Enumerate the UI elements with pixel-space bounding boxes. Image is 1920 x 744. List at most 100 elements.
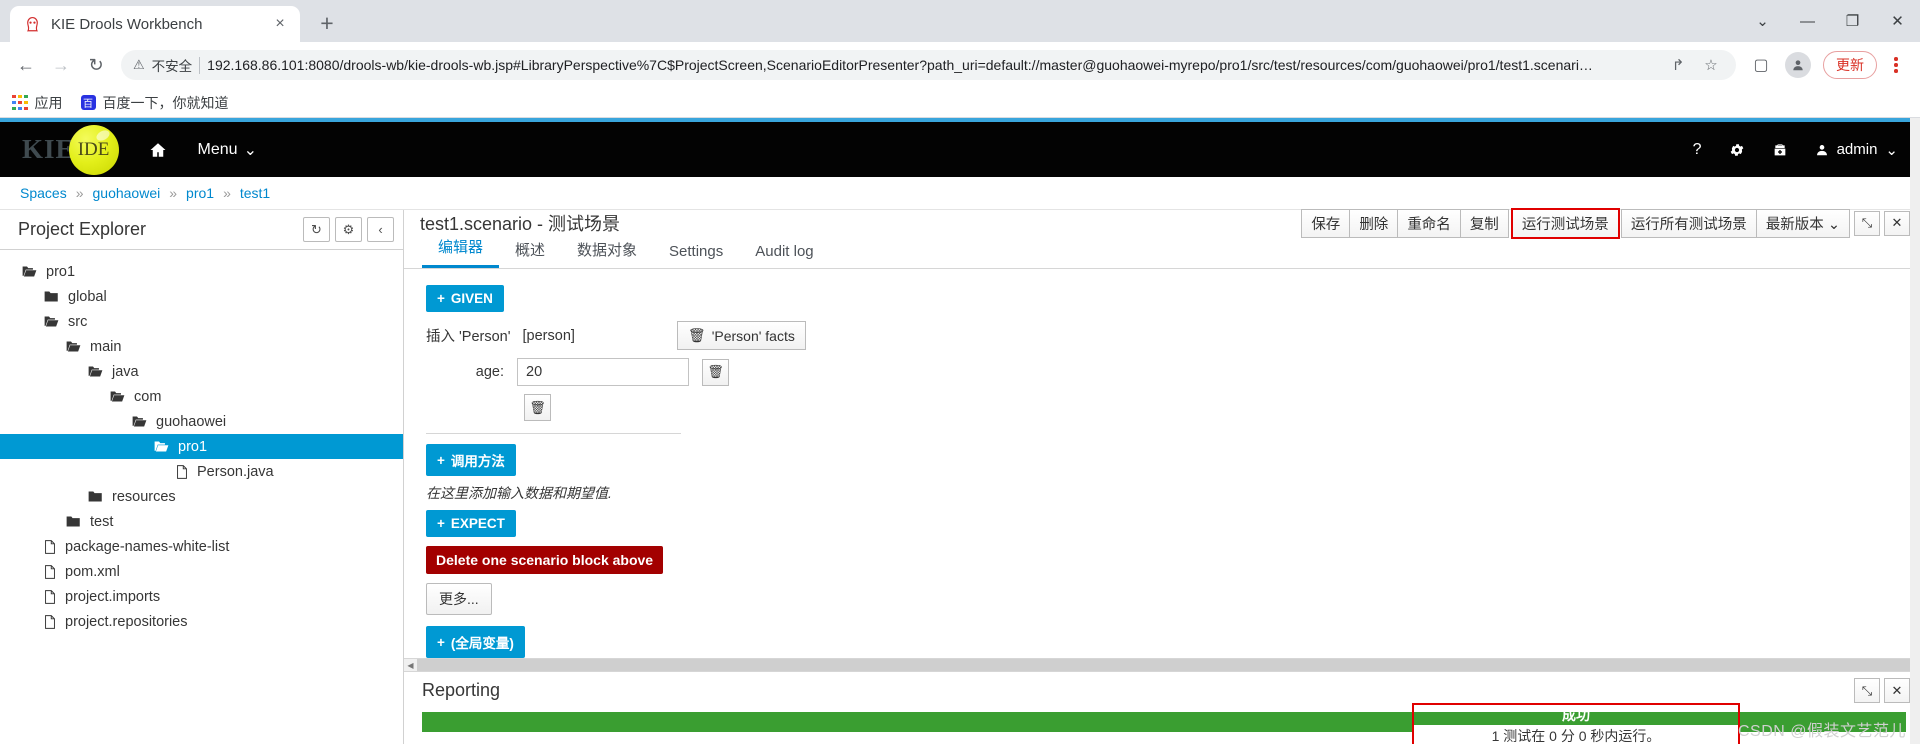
delete-person-facts-label: 'Person' facts (711, 327, 795, 344)
editor-action-run-scenario[interactable]: 运行测试场景 (1510, 207, 1620, 239)
reporting-title: Reporting (422, 680, 501, 700)
tab-编辑器[interactable]: 编辑器 (422, 236, 500, 268)
user-menu[interactable]: admin ⌄ (1815, 141, 1898, 159)
delete-fact-icon[interactable]: 🗑 (524, 394, 551, 421)
tree-item-test[interactable]: test (0, 509, 403, 534)
toolbox-icon[interactable] (1772, 142, 1788, 158)
breadcrumb-item-pro1[interactable]: pro1 (186, 185, 214, 201)
plus-icon: + (437, 634, 445, 650)
tree-item-pro1[interactable]: pro1 (0, 434, 403, 459)
page-vertical-scrollbar[interactable] (1910, 118, 1920, 744)
breadcrumb-separator: » (169, 185, 178, 201)
scenario-editor-body: + GIVEN 插入 'Person' [person] 🗑 'Person' … (404, 269, 1920, 658)
folder-open-icon (88, 365, 103, 378)
tree-item-label: project.repositories (65, 613, 188, 630)
tree-item-pro1[interactable]: pro1 (0, 259, 403, 284)
tree-item-label: pro1 (178, 438, 208, 455)
tree-item-label: main (90, 338, 122, 355)
scroll-track[interactable] (417, 658, 1920, 672)
age-field-label: age: (475, 364, 504, 380)
menu-dropdown[interactable]: Menu ⌄ (198, 140, 257, 160)
home-icon[interactable] (149, 141, 167, 159)
refresh-icon[interactable]: ↻ (303, 217, 330, 242)
tree-item-package-names-white-list[interactable]: package-names-white-list (0, 534, 403, 559)
url-text[interactable]: 192.168.86.101:8080/drools-wb/kie-drools… (207, 57, 1658, 73)
window-minimize-icon[interactable]: — (1785, 0, 1830, 42)
side-panel-icon[interactable]: ▢ (1745, 49, 1777, 81)
share-icon[interactable]: ↱ (1665, 52, 1691, 78)
close-reporting-icon[interactable]: ✕ (1884, 678, 1910, 703)
bookmark-apps[interactable]: 应用 (12, 93, 63, 113)
tree-item-src[interactable]: src (0, 309, 403, 334)
ide-logo-badge: IDE (68, 124, 119, 175)
close-editor-icon[interactable]: ✕ (1884, 210, 1910, 236)
profile-avatar[interactable] (1785, 52, 1811, 78)
tree-item-project-repositories[interactable]: project.repositories (0, 609, 403, 634)
tab-close-icon[interactable]: × (270, 14, 290, 34)
project-explorer-title: Project Explorer (18, 219, 147, 239)
help-icon[interactable]: ? (1693, 141, 1702, 159)
editor-action-最新版本[interactable]: 最新版本 ⌄ (1755, 208, 1850, 238)
add-given-button[interactable]: + GIVEN (426, 285, 504, 312)
update-button[interactable]: 更新 (1823, 51, 1877, 79)
editor-action-复制[interactable]: 复制 (1459, 208, 1509, 238)
folder-open-icon (110, 390, 125, 403)
plus-icon: + (437, 516, 445, 531)
tree-item-pom-xml[interactable]: pom.xml (0, 559, 403, 584)
bookmark-baidu[interactable]: 百 百度一下，你就知道 (80, 93, 229, 113)
tree-item-com[interactable]: com (0, 384, 403, 409)
tab-数据对象[interactable]: 数据对象 (561, 239, 653, 268)
gear-icon[interactable]: ⚙ (335, 217, 362, 242)
breadcrumb-item-test1[interactable]: test1 (240, 185, 270, 201)
collapse-panel-icon[interactable]: ‹ (367, 217, 394, 242)
tree-item-main[interactable]: main (0, 334, 403, 359)
editor-action-保存[interactable]: 保存 (1301, 208, 1351, 238)
address-bar[interactable]: ⚠ 不安全 192.168.86.101:8080/drools-wb/kie-… (121, 50, 1736, 80)
tab-settings[interactable]: Settings (653, 243, 739, 268)
maximize-editor-icon[interactable]: ⤡ (1854, 210, 1880, 236)
tab-audit-log[interactable]: Audit log (739, 243, 829, 268)
delete-field-icon[interactable]: 🗑 (702, 358, 729, 386)
scroll-left-icon[interactable]: ◀ (404, 661, 417, 670)
call-method-button[interactable]: + 调用方法 (426, 444, 516, 476)
plus-icon: + (437, 452, 445, 468)
delete-scenario-block-button[interactable]: Delete one scenario block above (426, 546, 664, 574)
breadcrumb-item-spaces[interactable]: Spaces (20, 185, 67, 201)
window-close-icon[interactable]: ✕ (1875, 0, 1920, 42)
navbar-right-group: ? admin ⌄ (1693, 122, 1898, 177)
tree-item-guohaowei[interactable]: guohaowei (0, 409, 403, 434)
chrome-menu-icon[interactable] (1882, 57, 1910, 73)
fact-delete-row: 🗑 (426, 394, 1920, 421)
age-field-input[interactable] (517, 358, 689, 386)
tree-item-project-imports[interactable]: project.imports (0, 584, 403, 609)
reload-icon[interactable]: ↻ (80, 49, 112, 81)
tree-item-java[interactable]: java (0, 359, 403, 384)
more-button[interactable]: 更多... (426, 583, 492, 615)
add-global-variable-button[interactable]: + (全局变量) (426, 626, 525, 658)
browser-tab-title: KIE Drools Workbench (51, 15, 203, 33)
delete-person-facts-button[interactable]: 🗑 'Person' facts (676, 321, 806, 350)
bookmark-star-icon[interactable]: ☆ (1698, 52, 1724, 78)
maximize-reporting-icon[interactable]: ⤡ (1854, 678, 1880, 703)
editor-action-bar: 保存 删除 重命名 复制 运行测试场景 运行所有测试场景 最新版本 ⌄ ⤡ ✕ (1301, 207, 1910, 239)
window-maximize-icon[interactable]: ❐ (1830, 0, 1875, 42)
new-tab-button[interactable]: + (310, 6, 344, 40)
tab-search-icon[interactable]: ⌄ (1740, 0, 1785, 42)
test-result-bar: 成功 1 测试在 0 分 0 秒内运行。 (422, 703, 1906, 744)
tab-概述[interactable]: 概述 (499, 239, 561, 268)
add-global-variable-label: (全局变量) (450, 636, 514, 651)
gear-icon[interactable] (1729, 142, 1745, 158)
test-result-callout: 成功 1 测试在 0 分 0 秒内运行。 (1412, 703, 1740, 744)
tree-item-person-java[interactable]: Person.java (0, 459, 403, 484)
editor-action-删除[interactable]: 删除 (1349, 208, 1399, 238)
breadcrumb-item-guohaowei[interactable]: guohaowei (93, 185, 161, 201)
add-expect-button[interactable]: + EXPECT (426, 510, 516, 537)
tree-item-global[interactable]: global (0, 284, 403, 309)
forward-icon[interactable]: → (45, 49, 77, 81)
editor-action-运行所有测试场景[interactable]: 运行所有测试场景 (1620, 208, 1757, 238)
browser-tab[interactable]: KIE Drools Workbench × (10, 6, 300, 42)
editor-action-重命名[interactable]: 重命名 (1397, 208, 1461, 238)
tree-item-resources[interactable]: resources (0, 484, 403, 509)
back-icon[interactable]: ← (10, 49, 42, 81)
editor-horizontal-scrollbar[interactable]: ◀ (404, 658, 1920, 672)
